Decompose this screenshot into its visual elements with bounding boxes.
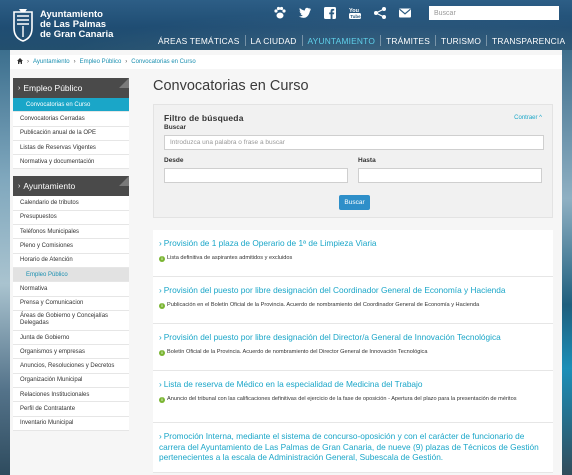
main-nav: ÁREAS TEMÁTICAS LA CIUDAD AYUNTAMIENTO T… — [153, 35, 570, 46]
facebook-icon[interactable] — [322, 6, 338, 20]
sidebar-item-calendario-tributos[interactable]: Calendario de tributos — [13, 196, 129, 211]
chevron-right-icon: › — [18, 84, 21, 92]
search-filter-panel: Filtro de búsqueda Contraer ^ Buscar Int… — [153, 104, 553, 218]
result-detail: i Anuncio del tribunal con las calificaci… — [159, 396, 545, 404]
result-item: › Provisión de 1 plaza de Operario de 1ª … — [153, 230, 553, 277]
nav-areas-tematicas[interactable]: ÁREAS TEMÁTICAS — [153, 36, 245, 46]
chevron-right-icon: › — [27, 59, 29, 65]
result-title-link[interactable]: › Promoción Interna, mediante el sistema … — [159, 431, 545, 463]
chevron-right-icon: › — [159, 431, 162, 441]
main-content: Convocatorias en Curso Filtro de búsqued… — [153, 78, 553, 473]
sidebar-item-organizacion[interactable]: Organización Municipal — [13, 373, 129, 389]
sidebar-item-empleo-publico[interactable]: Empleo Público — [13, 267, 129, 283]
result-title-link[interactable]: › Provisión del puesto por libre designac… — [159, 332, 545, 343]
info-icon: i — [159, 396, 165, 403]
chevron-right-icon: › — [159, 332, 162, 342]
page-title: Convocatorias en Curso — [153, 78, 309, 94]
coat-of-arms-icon — [13, 9, 33, 42]
sidebar-item-organismos[interactable]: Organismos y empresas — [13, 345, 129, 360]
date-to-input[interactable] — [358, 168, 542, 183]
sidebar-item-normativa[interactable]: Normativa — [13, 282, 129, 297]
info-icon: i — [159, 349, 165, 356]
sidebar-header-label: Ayuntamiento — [23, 181, 76, 192]
logo-line-3: de Gran Canaria — [40, 29, 114, 40]
filter-title: Filtro de búsqueda — [164, 113, 244, 123]
sidebar-item-areas-gobierno[interactable]: Áreas de Gobierno y Concejalías Delegada… — [13, 310, 129, 331]
result-item: › Provisión del puesto por libre designac… — [153, 277, 553, 324]
sidebar-item-junta-gobierno[interactable]: Junta de Gobierno — [13, 330, 129, 346]
page-content: › Ayuntamiento › Empleo Público › Convoc… — [10, 50, 562, 475]
sidebar-item-listas-reservas[interactable]: Listas de Reservas Vigentes — [13, 140, 129, 156]
result-detail: i Boletín Oficial de la Provincia. Acuerd… — [159, 349, 545, 357]
result-title-link[interactable]: › Provisión del puesto por libre designac… — [159, 285, 545, 296]
result-item: › Provisión del puesto por libre designac… — [153, 324, 553, 371]
sidebar-item-telefonos[interactable]: Teléfonos Municipales — [13, 225, 129, 240]
chevron-right-icon: › — [159, 285, 162, 295]
result-title-link[interactable]: › Lista de reserva de Médico en la especi… — [159, 379, 545, 390]
nav-turismo[interactable]: TURISMO — [436, 36, 486, 46]
nav-la-ciudad[interactable]: LA CIUDAD — [246, 36, 302, 46]
youtube-icon[interactable]: You Tube — [347, 6, 363, 20]
chevron-right-icon: › — [73, 59, 76, 65]
mail-icon[interactable] — [397, 6, 413, 20]
nav-transparencia[interactable]: TRANSPARENCIA — [487, 36, 570, 46]
search-input[interactable] — [429, 6, 559, 20]
social-links: You Tube — [272, 6, 413, 20]
sidebar-header-empleo-publico[interactable]: › Empleo Público — [13, 78, 129, 98]
background-scenery-right — [562, 50, 572, 475]
chevron-right-icon: › — [18, 182, 21, 190]
result-detail: i Lista definitiva de aspirantes admitido… — [159, 255, 545, 263]
sidebar-item-anuncios[interactable]: Anuncios, Resoluciones y Decretos — [13, 359, 129, 374]
sidebar-item-relaciones[interactable]: Relaciones Institucionales — [13, 388, 129, 403]
paw-icon[interactable] — [272, 6, 288, 20]
sidebar-header-ayuntamiento[interactable]: › Ayuntamiento — [13, 176, 129, 197]
chevron-right-icon: › — [159, 379, 162, 389]
sidebar-item-pleno[interactable]: Pleno y Comisiones — [13, 239, 129, 254]
chevron-up-icon: ^ — [539, 115, 542, 121]
collapse-button[interactable]: Contraer ^ — [514, 115, 542, 121]
home-icon[interactable] — [17, 58, 23, 66]
sidebar: › Empleo Público Convocatorias en Curso … — [13, 78, 129, 431]
keyword-search-input[interactable]: Introduzca una palabra o frase a buscar — [164, 135, 544, 150]
desde-label: Desde — [164, 157, 184, 164]
twitter-icon[interactable] — [297, 6, 313, 20]
site-header: Ayuntamiento de Las Palmas de Gran Canar… — [0, 0, 572, 50]
sidebar-item-inventario[interactable]: Inventario Municipal — [13, 416, 129, 431]
sidebar-item-prensa[interactable]: Prensa y Comunicacion — [13, 296, 129, 311]
result-detail: i Publicación en el Boletín Oficial de la… — [159, 302, 545, 310]
breadcrumb-empleo-publico[interactable]: Empleo Público — [80, 59, 122, 65]
svg-text:Tube: Tube — [350, 14, 361, 19]
breadcrumb-convocatorias[interactable]: Convocatorias en Curso — [131, 59, 195, 65]
hasta-label: Hasta — [358, 157, 376, 164]
sidebar-item-convocatorias-cerradas[interactable]: Convocatorias Cerradas — [13, 112, 129, 127]
breadcrumb: › Ayuntamiento › Empleo Público › Convoc… — [10, 55, 562, 69]
info-icon: i — [159, 302, 165, 309]
sidebar-header-label: Empleo Público — [23, 83, 83, 93]
buscar-label: Buscar — [164, 124, 187, 131]
sidebar-item-publicacion-ope[interactable]: Publicación anual de la OPE — [13, 126, 129, 141]
search-button[interactable]: Buscar — [339, 195, 370, 210]
sidebar-item-presupuestos[interactable]: Presupuestos — [13, 210, 129, 226]
sidebar-item-normativa-documentacion[interactable]: Normativa y documentación — [13, 155, 129, 170]
sidebar-item-perfil-contratante[interactable]: Perfil de Contratante — [13, 402, 129, 417]
result-item: › Lista de reserva de Médico en la especi… — [153, 371, 553, 423]
info-icon: i — [159, 255, 165, 262]
result-title-link[interactable]: › Provisión de 1 plaza de Operario de 1ª … — [159, 238, 545, 249]
chevron-right-icon: › — [159, 238, 162, 248]
sidebar-item-horario[interactable]: Horario de Atención — [13, 253, 129, 268]
site-logo[interactable]: Ayuntamiento de Las Palmas de Gran Canar… — [12, 8, 113, 42]
results-list: › Provisión de 1 plaza de Operario de 1ª … — [153, 230, 553, 473]
collapse-label: Contraer — [514, 115, 538, 121]
share-icon[interactable] — [372, 6, 388, 20]
result-item: › Promoción Interna, mediante el sistema … — [153, 423, 553, 473]
nav-tramites[interactable]: TRÁMITES — [381, 36, 435, 46]
background-scenery-left — [0, 50, 10, 475]
date-from-input[interactable] — [164, 168, 348, 183]
nav-ayuntamiento[interactable]: AYUNTAMIENTO — [303, 36, 381, 46]
breadcrumb-ayuntamiento[interactable]: Ayuntamiento — [33, 59, 70, 65]
chevron-right-icon: › — [125, 59, 128, 65]
sidebar-item-convocatorias-en-curso[interactable]: Convocatorias en Curso — [13, 98, 129, 113]
